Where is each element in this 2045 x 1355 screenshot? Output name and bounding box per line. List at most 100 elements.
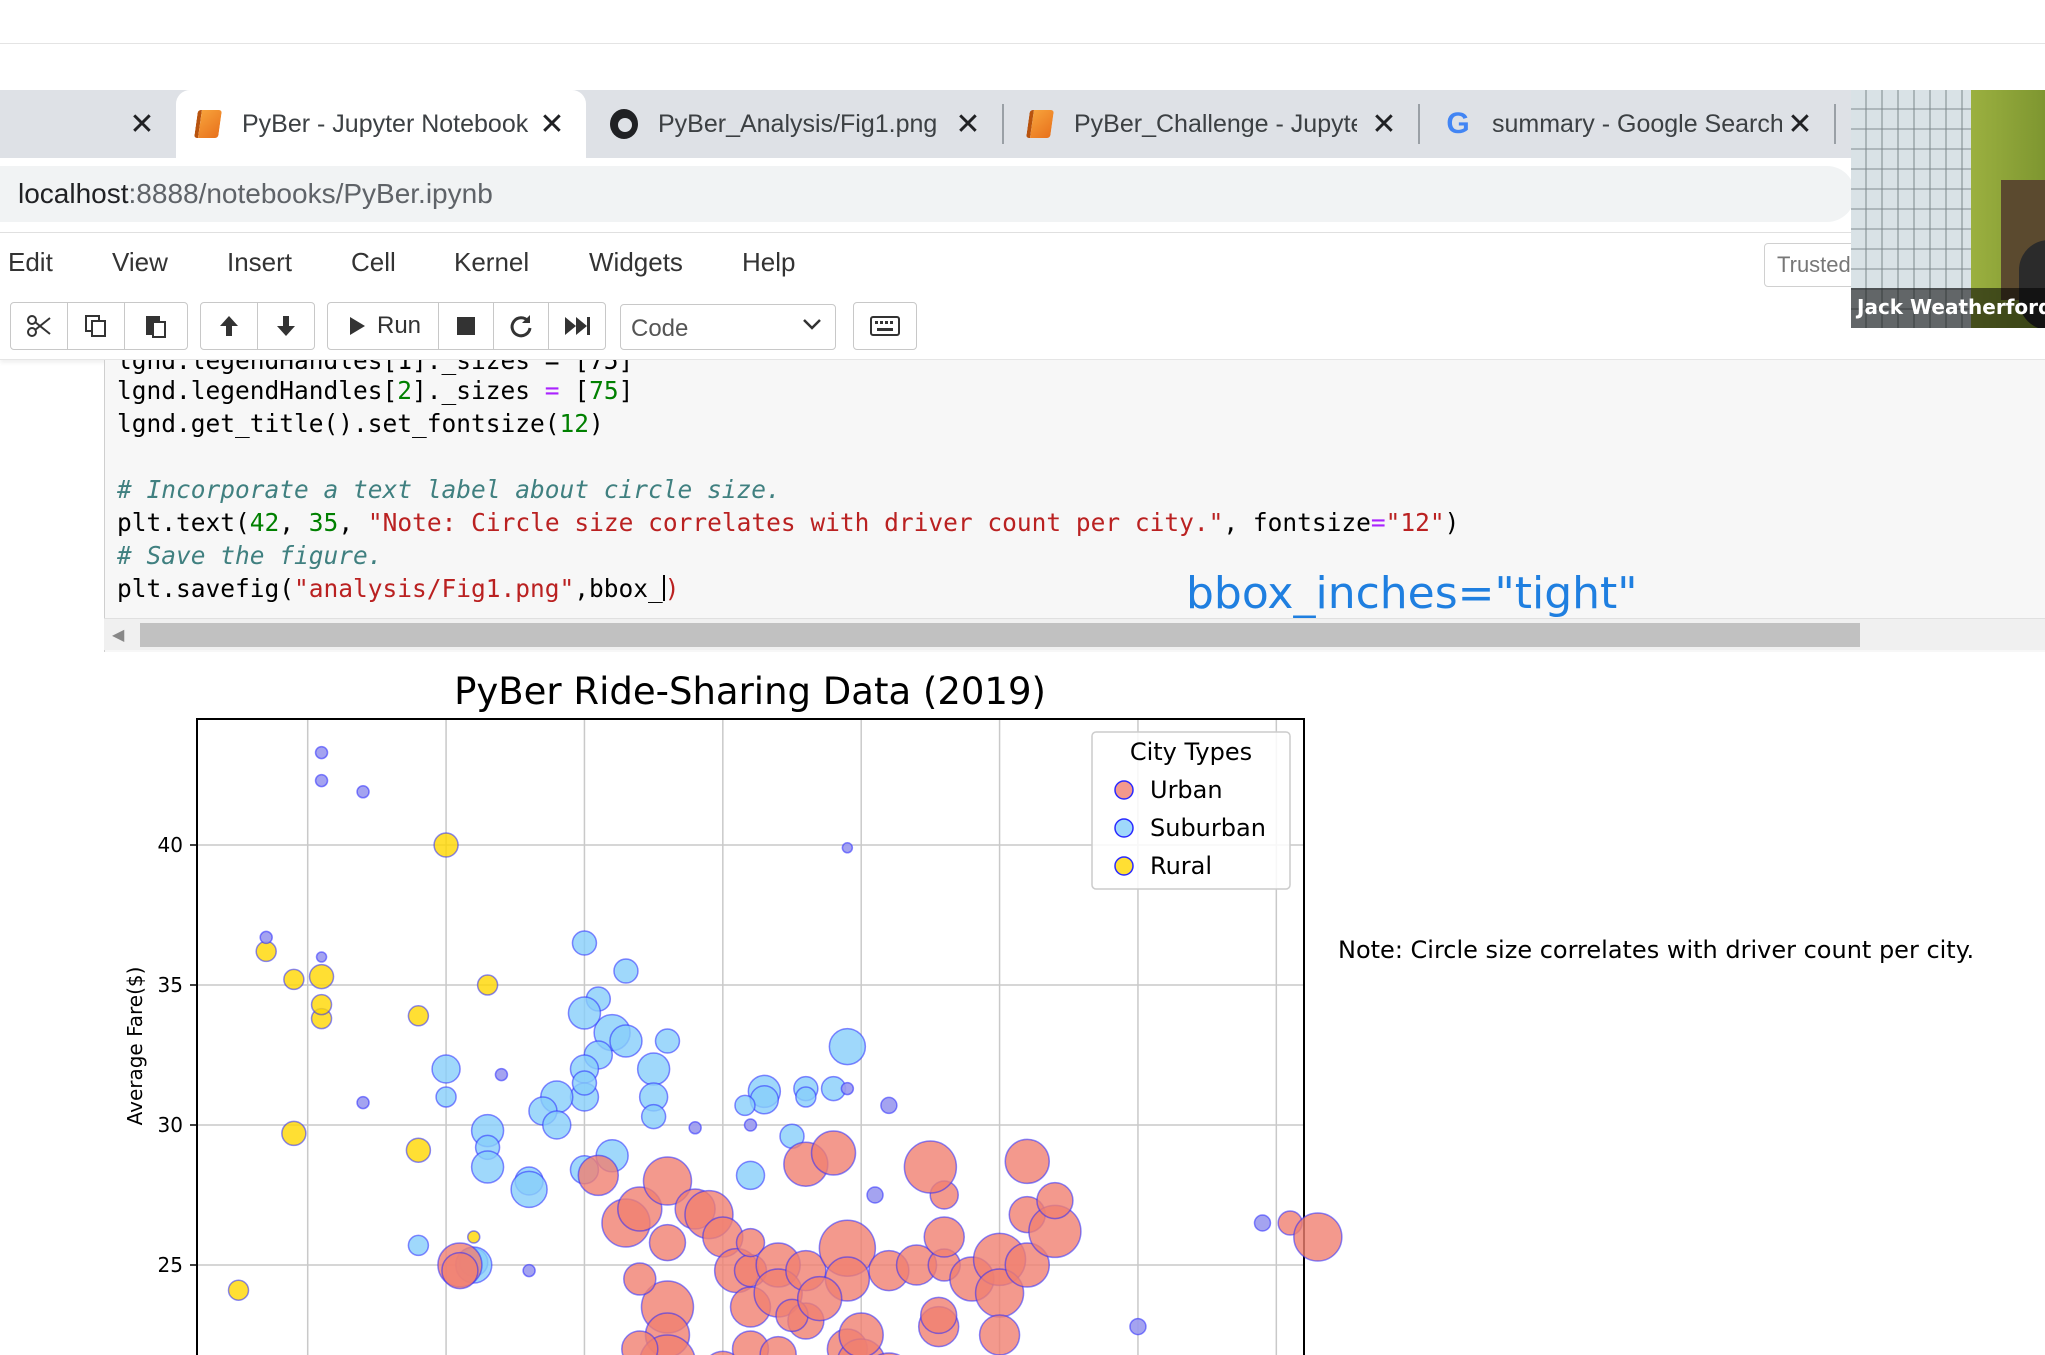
menu-help[interactable]: Help — [742, 247, 795, 278]
run-button[interactable]: Run — [327, 302, 439, 350]
tab-google-search[interactable]: G summary - Google Search ✕ — [1424, 90, 1834, 158]
tab-close-icon[interactable]: ✕ — [1780, 104, 1820, 144]
scatter-point-urban — [623, 1262, 657, 1296]
legend-marker-urban — [1114, 780, 1134, 800]
code-cell-input[interactable]: lgnd.legendHandles[1]._sizes = [75] lgnd… — [104, 360, 2045, 652]
chart-note: Note: Circle size correlates with driver… — [1338, 936, 1974, 964]
legend-marker-rural — [1114, 856, 1134, 876]
tab-title: PyBer_Analysis/Fig1.png at — [658, 109, 941, 138]
scatter-point-rural — [255, 940, 277, 963]
github-icon — [610, 109, 638, 139]
scatter-point-suburban — [510, 1170, 548, 1209]
scatter-point-rural — [405, 1137, 432, 1163]
scatter-point-suburban — [636, 1052, 671, 1086]
scatter-point-suburban — [795, 1086, 817, 1108]
interrupt-button[interactable] — [438, 302, 494, 350]
cut-button[interactable] — [10, 302, 68, 350]
jupyter-notebook-icon — [194, 110, 222, 138]
y-tick-label: 25 — [158, 1253, 183, 1277]
trusted-indicator[interactable]: Trusted — [1764, 243, 1864, 287]
tab-title: summary - Google Search — [1492, 109, 1782, 138]
paste-icon — [146, 316, 166, 338]
top-blank-area — [0, 0, 2045, 44]
tab-blank[interactable]: ✕ — [0, 90, 176, 158]
paste-button[interactable] — [124, 302, 188, 350]
scatter-point-suburban — [542, 1110, 572, 1140]
menu-cell[interactable]: Cell — [351, 247, 396, 278]
scatter-point-suburban — [571, 1070, 598, 1096]
scatter-point-urban — [1036, 1181, 1074, 1220]
scatter-point-rural — [310, 993, 333, 1016]
command-palette-button[interactable] — [853, 302, 917, 350]
scatter-point-small — [314, 745, 329, 760]
cell-output-figure: 2025303540 PyBer Ride-Sharing Data (2019… — [104, 660, 2045, 1355]
y-axis-label: Average Fare($) — [123, 967, 147, 1126]
copy-button[interactable] — [67, 302, 125, 350]
code-line: lgnd.get_title().set_fontsize(12) — [117, 409, 604, 438]
cell-type-select[interactable]: Code — [620, 304, 836, 350]
y-axis: 2025303540 — [158, 833, 197, 1277]
url-host: localhost — [18, 178, 129, 209]
tab-pyber-challenge[interactable]: PyBer_Challenge - Jupyter N ✕ — [1008, 90, 1418, 158]
scatter-point-urban — [796, 1275, 843, 1322]
tab-github-fig1[interactable]: PyBer_Analysis/Fig1.png at ✕ — [592, 90, 1002, 158]
scatter-point-small — [356, 785, 370, 799]
address-bar: localhost:8888/notebooks/PyBer.ipynb — [0, 158, 1855, 230]
tab-close-icon[interactable]: ✕ — [1364, 104, 1404, 144]
restart-run-all-button[interactable] — [548, 302, 606, 350]
tab-close-icon[interactable]: ✕ — [532, 104, 572, 144]
scatter-point-rural — [308, 963, 335, 990]
scatter-point-urban — [648, 1223, 687, 1262]
chevron-down-icon — [803, 319, 821, 330]
scatter-point-suburban — [640, 1103, 667, 1130]
scatter-point-urban — [1004, 1138, 1050, 1185]
scrollbar-thumb[interactable] — [140, 623, 1860, 647]
code-comment: # Incorporate a text label about circle … — [117, 475, 781, 504]
tab-close-icon[interactable]: ✕ — [948, 104, 988, 144]
menu-edit[interactable]: Edit — [8, 247, 53, 278]
horizontal-scrollbar[interactable]: ◀ — [104, 618, 2045, 650]
scatter-point-small — [866, 1186, 884, 1204]
menu-view[interactable]: View — [112, 247, 168, 278]
legend-marker-suburban — [1114, 818, 1134, 838]
legend-title: City Types — [1130, 738, 1252, 766]
restart-button[interactable] — [493, 302, 549, 350]
scatter-point-small — [688, 1121, 702, 1135]
move-up-button[interactable] — [200, 302, 258, 350]
scatter-point-suburban — [571, 930, 598, 956]
scatter-point-small — [880, 1096, 898, 1115]
y-tick-label: 40 — [158, 833, 183, 857]
arrow-up-icon — [220, 316, 238, 336]
menu-kernel[interactable]: Kernel — [454, 247, 529, 278]
scatter-point-rural — [281, 1120, 307, 1147]
google-icon: G — [1446, 107, 1470, 140]
scatter-point-suburban — [609, 1024, 643, 1058]
jupyter-notebook-icon — [1026, 110, 1054, 138]
chart-legend: City Types Urban Suburban Rural — [1091, 731, 1291, 890]
webcam-participant-name: Jack Weatherford — [1851, 288, 2045, 328]
scatter-point-suburban — [654, 1028, 681, 1054]
scatter-point-urban — [810, 1130, 857, 1176]
scatter-point-small — [1129, 1317, 1147, 1336]
scatter-point-suburban — [470, 1150, 505, 1184]
scroll-left-icon[interactable]: ◀ — [112, 625, 124, 645]
menu-insert[interactable]: Insert — [227, 247, 292, 278]
scatter-point-small — [259, 930, 273, 945]
code-line: plt.savefig("analysis/Fig1.png",bbox_) — [117, 574, 680, 603]
scatter-point-urban — [1293, 1212, 1343, 1262]
copy-icon — [85, 315, 106, 337]
tab-separator — [1834, 104, 1836, 144]
scatter-point-suburban — [734, 1094, 756, 1117]
scatter-point-small — [840, 1081, 855, 1096]
scatter-point-suburban — [567, 996, 602, 1030]
tab-pyber-jupyter[interactable]: PyBer - Jupyter Notebook ✕ — [176, 90, 586, 158]
scatter-point-small — [522, 1263, 536, 1278]
menu-widgets[interactable]: Widgets — [589, 247, 683, 278]
keyboard-icon — [870, 316, 900, 336]
move-down-button[interactable] — [257, 302, 315, 350]
url-field[interactable]: localhost:8888/notebooks/PyBer.ipynb — [0, 166, 1855, 222]
url-path: :8888/notebooks/PyBer.ipynb — [128, 178, 493, 209]
scatter-point-rural — [407, 1005, 430, 1027]
scatter-point-suburban — [828, 1027, 867, 1066]
tab-close-icon[interactable]: ✕ — [122, 104, 162, 144]
